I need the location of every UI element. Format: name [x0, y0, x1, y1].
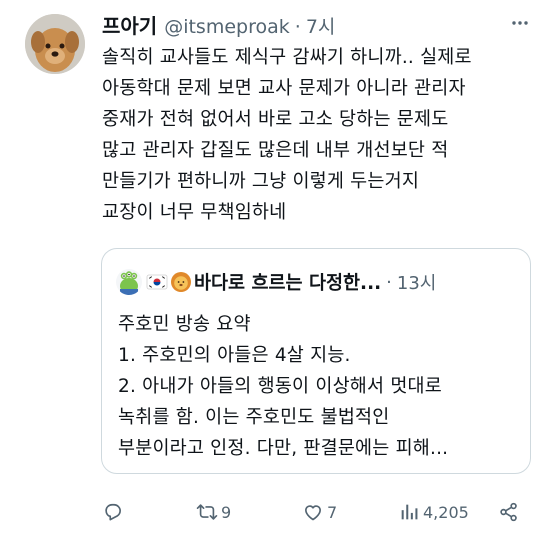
- quoted-author-avatar[interactable]: [116, 269, 142, 295]
- quoted-tweet[interactable]: 바다로 흐르는 다정한... · 13시 주호민 방송 요약 1. 주호민의 아…: [101, 248, 531, 474]
- retweet-button[interactable]: 9: [196, 498, 231, 526]
- tweet-text: 솔직히 교사들도 제식구 감싸기 하니까.. 실제로 아동학대 문제 보면 교사…: [102, 42, 537, 228]
- views-icon: [401, 504, 418, 520]
- tweet-text-line: 아동학대 문제 보면 교사 문제가 아니라 관리자: [102, 78, 466, 99]
- quoted-tweet-time[interactable]: 13시: [397, 269, 436, 295]
- share-button[interactable]: [498, 498, 520, 526]
- tweet-text-line: 교장이 너무 무책임하네: [102, 202, 287, 223]
- tweet-time[interactable]: 7시: [306, 12, 336, 39]
- views-button[interactable]: 4,205: [398, 498, 469, 526]
- separator-dot: ·: [294, 16, 301, 38]
- retweet-icon: [196, 504, 218, 520]
- quoted-text-line: 2. 아내가 아들의 행동이 이상해서 멋대로: [118, 376, 442, 397]
- quoted-text-line: 주호민 방송 요약: [118, 314, 251, 335]
- quoted-author-name[interactable]: 바다로 흐르는 다정한...: [146, 269, 381, 295]
- tweet-header: 프아기 @itsmeproak · 7시: [102, 10, 515, 38]
- tweet-text-line: 많고 관리자 갑질도 많은데 내부 개선보단 적: [102, 140, 449, 161]
- quoted-text-line: 부분이라고 인정. 다만, 판결문에는 피해...: [118, 438, 449, 459]
- author-avatar[interactable]: [25, 14, 85, 74]
- like-icon: [305, 505, 321, 521]
- author-handle[interactable]: @itsmeproak: [164, 16, 290, 38]
- author-name[interactable]: 프아기: [102, 10, 157, 39]
- lion-face-icon: [171, 272, 191, 292]
- separator-dot: ·: [386, 271, 392, 293]
- tweet-text-line: 만들기가 편하니까 그냥 이렇게 두는거지: [102, 171, 420, 192]
- quoted-text-line: 녹취를 함. 이는 주호민도 불법적인: [118, 407, 390, 428]
- tweet-text-line: 중재가 전혀 없어서 바로 고소 당하는 문제도: [102, 109, 449, 130]
- reply-button[interactable]: [102, 498, 127, 526]
- tweet-text-line: 솔직히 교사들도 제식구 감싸기 하니까.. 실제로: [102, 47, 472, 68]
- share-icon: [500, 502, 517, 522]
- like-button[interactable]: 7: [302, 498, 337, 526]
- alien-avatar-image: [116, 269, 142, 295]
- korea-flag-icon: [146, 274, 168, 290]
- quoted-author-name-text: 바다로 흐르는 다정한...: [194, 273, 382, 294]
- quoted-tweet-header: 바다로 흐르는 다정한... · 13시: [116, 269, 520, 295]
- like-count: 7: [327, 502, 338, 522]
- dog-avatar-image: [25, 14, 85, 74]
- reply-icon: [105, 503, 121, 521]
- quoted-tweet-text: 주호민 방송 요약 1. 주호민의 아들은 4살 지능. 2. 아내가 아들의 …: [118, 309, 523, 464]
- views-count: 4,205: [423, 502, 469, 522]
- quoted-text-line: 1. 주호민의 아들은 4살 지능.: [118, 345, 351, 366]
- retweet-count: 9: [221, 502, 232, 522]
- tweet-actions: 9 7 4,205: [102, 498, 532, 526]
- more-icon[interactable]: [509, 12, 531, 34]
